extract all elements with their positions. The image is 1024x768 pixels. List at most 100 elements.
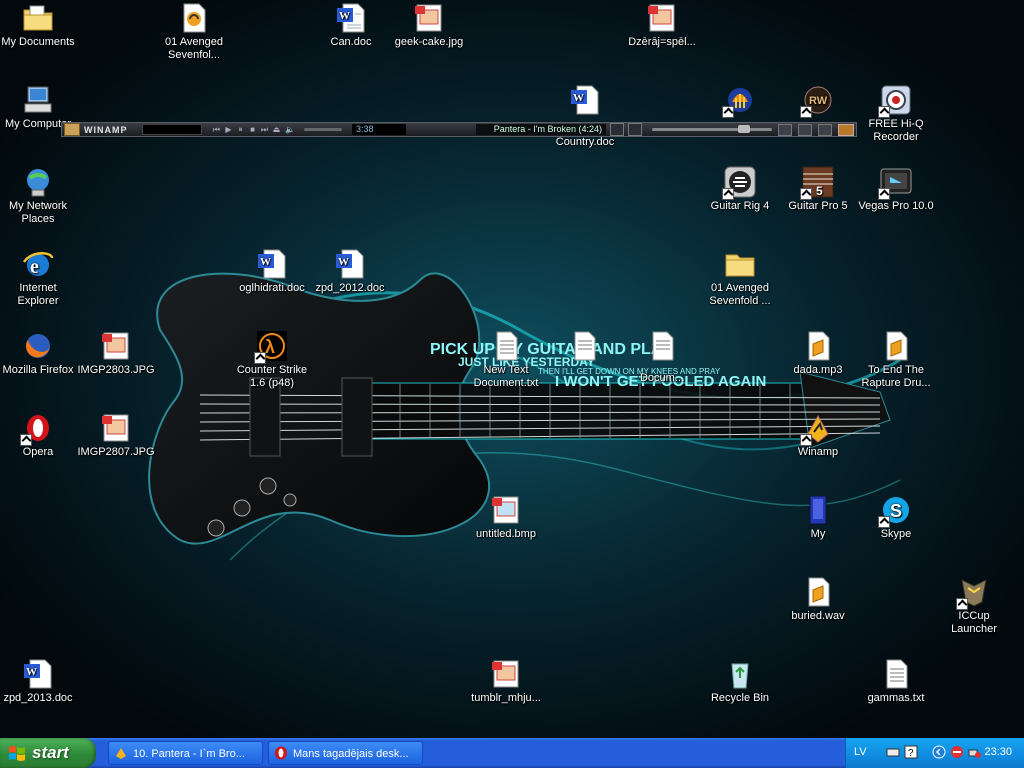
desktop-icon-newtext3[interactable]: Docum... [623, 330, 701, 385]
svg-text:?: ? [908, 748, 914, 759]
icon-label: Skype [880, 528, 912, 540]
computer-icon [22, 84, 54, 116]
previous-icon[interactable]: ⏮ [212, 125, 221, 134]
opera-icon [275, 746, 287, 760]
desktop-icon-vegas[interactable]: Vegas Pro 10.0 [857, 166, 935, 213]
blocked-icon[interactable] [950, 745, 964, 759]
next-icon[interactable]: ⏭ [260, 125, 269, 134]
menu-button[interactable] [818, 123, 832, 136]
desktop-icon-skype[interactable]: S Skype [857, 494, 935, 541]
desktop-icon-my[interactable]: My [779, 494, 857, 541]
desktop-icon-rw[interactable]: RW [779, 84, 857, 118]
stop-icon[interactable]: ■ [248, 125, 257, 134]
desktop-icon-toend[interactable]: To End The Rapture Dru... [857, 330, 935, 390]
winamp-minibar[interactable]: WINAMP ⏮ ▶ ⏸ ■ ⏭ ⏏ 🔈 3:38 Pantera - I'm … [61, 122, 857, 137]
icon-label: ICCup Launcher [951, 610, 997, 635]
help-icon[interactable]: ? [904, 745, 918, 759]
desktop-icon-tumblr[interactable]: tumblr_mhju... [467, 658, 545, 705]
icon-label: Dzērāj=spēl... [628, 36, 696, 48]
desktop-icon-opera[interactable]: Opera [0, 412, 77, 459]
keyboard-icon[interactable] [886, 745, 900, 759]
icon-label: Recycle Bin [710, 692, 770, 704]
desktop-icon-cs[interactable]: λ Counter Strike 1.6 (p48) [233, 330, 311, 390]
icon-label: gammas.txt [867, 692, 925, 704]
icon-label: Mozilla Firefox [2, 364, 74, 376]
close-button[interactable] [838, 123, 854, 136]
desktop-icon-can-doc[interactable]: W Can.doc [312, 2, 390, 49]
chevron-left-icon[interactable] [932, 745, 946, 759]
icon-label: 01 Avenged Sevenfol... [165, 36, 223, 61]
desktop-icon-guitar-pro[interactable]: 5 Guitar Pro 5 [779, 166, 857, 213]
seek-slider[interactable] [652, 125, 772, 133]
desktop-icon-gammas[interactable]: gammas.txt [857, 658, 935, 705]
desktop-icon-guitar-rig[interactable]: Guitar Rig 4 [701, 166, 779, 213]
start-button[interactable]: start [0, 738, 96, 768]
winamp-logo-icon [64, 123, 80, 136]
search-button[interactable] [628, 123, 642, 136]
desktop-icon-img2803[interactable]: IMGP2803.JPG [77, 330, 155, 377]
icon-label: IMGP2807.JPG [77, 446, 155, 458]
icon-label: dada.mp3 [793, 364, 843, 376]
desktop-icon-hiq[interactable]: FREE Hi-Q Recorder [857, 84, 935, 144]
playback-controls: ⏮ ▶ ⏸ ■ ⏭ ⏏ [212, 125, 281, 134]
audio-file-icon [802, 330, 834, 362]
ie-icon: e [22, 248, 54, 280]
desktop-icon-zpd2012[interactable]: W zpd_2012.doc [311, 248, 389, 295]
desktop-icon-iccup[interactable]: ICCup Launcher [935, 576, 1013, 636]
opera-icon [20, 412, 54, 446]
desktop-icon-avenged-1[interactable]: 01 Avenged Sevenfol... [155, 2, 233, 62]
desktop-icon-network[interactable]: My Network Places [0, 166, 77, 226]
task-label: 10. Pantera - I`m Bro... [133, 748, 245, 760]
desktop-icon-audacity[interactable] [701, 84, 779, 118]
desktop-icon-avenged-folder[interactable]: 01 Avenged Sevenfold ... [701, 248, 779, 308]
book-icon [802, 494, 834, 526]
volume-icon: 🔈 [285, 125, 295, 134]
desktop-icon-country-doc[interactable]: W Country.doc [546, 84, 624, 149]
desktop-icon-buried[interactable]: buried.wav [779, 576, 857, 623]
icon-label: New Text Document.txt [473, 364, 539, 389]
desktop-icon-ie[interactable]: e Internet Explorer [0, 248, 77, 308]
svg-text:W: W [260, 256, 271, 268]
desktop-icon-oglhidrati[interactable]: W oglhidrati.doc [233, 248, 311, 295]
network-icon [22, 166, 54, 198]
clock[interactable]: 23:30 [984, 746, 1012, 758]
desktop-icon-newtext2[interactable] [545, 330, 623, 364]
minimize-button[interactable] [778, 123, 792, 136]
winamp-icon [116, 748, 126, 759]
volume-slider[interactable] [304, 128, 342, 131]
image-file-icon [646, 2, 678, 34]
word-doc-icon: W [569, 84, 601, 116]
info-button[interactable] [610, 123, 624, 136]
folder-icon [724, 248, 756, 280]
icon-label: FREE Hi-Q Recorder [868, 118, 924, 143]
desktop-icon-geek-cake[interactable]: geek-cake.jpg [390, 2, 468, 49]
icon-label: IMGP2803.JPG [77, 364, 155, 376]
desktop-icon-zpd2013[interactable]: W zpd_2013.doc [0, 658, 77, 705]
language-indicator[interactable]: LV [854, 746, 867, 758]
taskbar-button-opera[interactable]: Mans tagadējais desk... [268, 741, 423, 765]
desktop-icon-dada[interactable]: dada.mp3 [779, 330, 857, 377]
skype-icon: S [878, 494, 912, 528]
eject-icon[interactable]: ⏏ [272, 125, 281, 134]
desktop-icon-dzeraj[interactable]: Dzērāj=spēl... [623, 2, 701, 49]
taskbar: start 10. Pantera - I`m Bro... Mans taga… [0, 738, 1024, 768]
desktop-icon-untitled[interactable]: untitled.bmp [467, 494, 545, 541]
desktop-icon-winamp[interactable]: Winamp [779, 412, 857, 459]
play-icon[interactable]: ▶ [224, 125, 233, 134]
network-status-icon[interactable] [968, 745, 982, 759]
system-tray: LV ? 23:30 [845, 738, 1024, 768]
desktop-icon-my-documents[interactable]: My Documents [0, 2, 77, 49]
image-file-icon [490, 494, 522, 526]
visualizer [142, 124, 202, 135]
windows-logo-icon [9, 746, 25, 761]
pause-icon[interactable]: ⏸ [236, 125, 245, 134]
desktop-icon-recycle[interactable]: Recycle Bin [701, 658, 779, 705]
desktop-icon-img2807[interactable]: IMGP2807.JPG [77, 412, 155, 459]
vegas-icon [878, 166, 912, 200]
taskbar-button-winamp[interactable]: 10. Pantera - I`m Bro... [108, 741, 263, 765]
icon-label: Country.doc [555, 136, 615, 148]
desktop-icon-firefox[interactable]: Mozilla Firefox [0, 330, 77, 377]
shade-button[interactable] [798, 123, 812, 136]
icon-label: My [810, 528, 826, 540]
desktop-icon-newtext[interactable]: New Text Document.txt [467, 330, 545, 390]
